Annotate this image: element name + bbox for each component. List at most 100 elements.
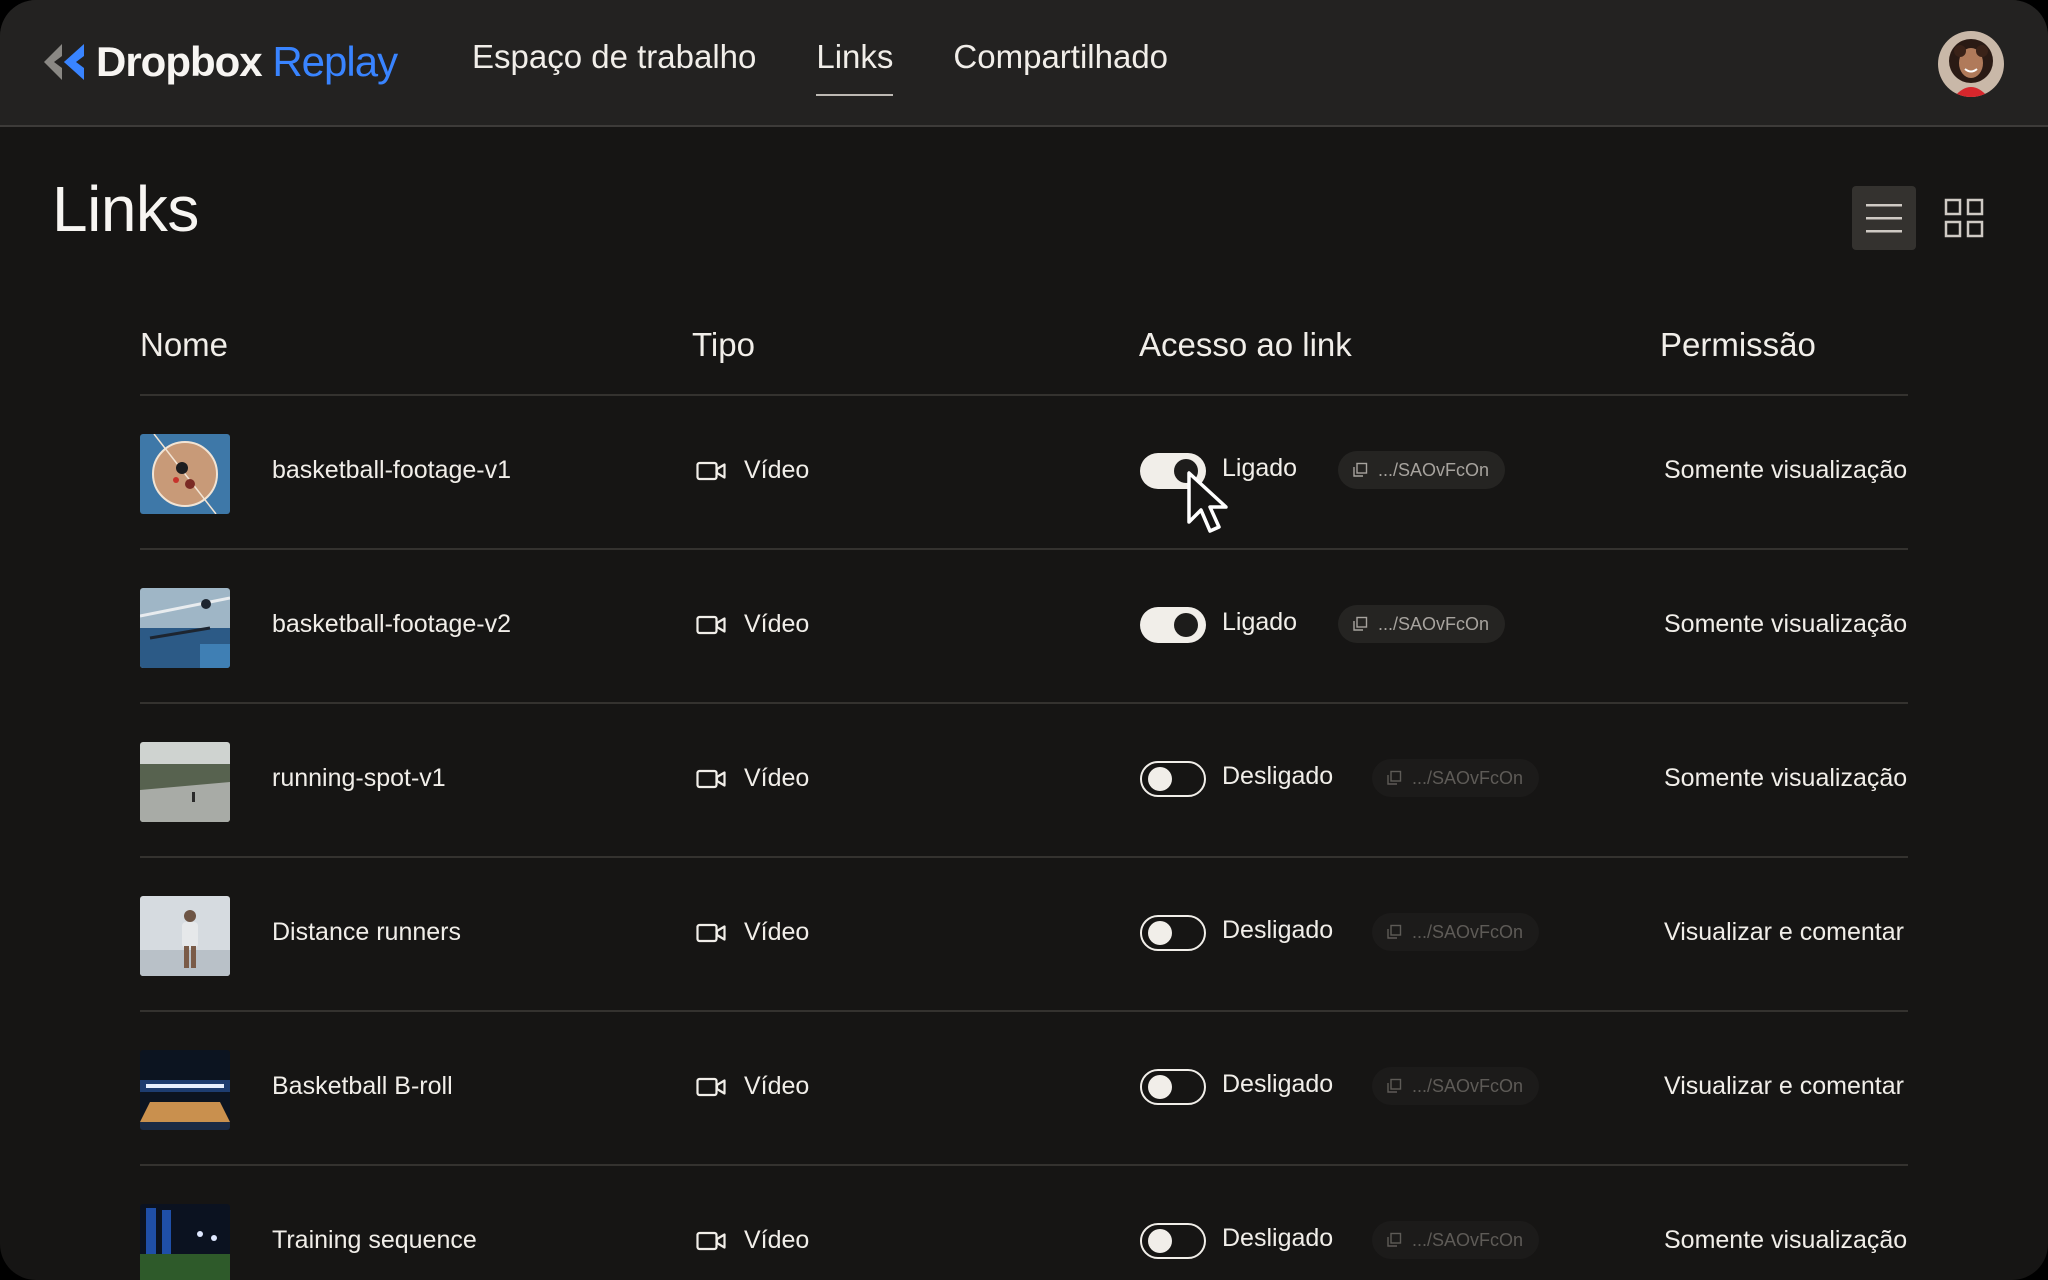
file-type-label: Vídeo [744, 764, 810, 792]
avatar-image [1938, 31, 2004, 97]
nav-item-shared[interactable]: Compartilhado [953, 38, 1168, 96]
app-window: Dropbox Replay Espaço de trabalho Links … [0, 0, 2048, 1280]
thumbnail-distance-runners [140, 896, 230, 976]
thumbnail-basketball-footage-v2 [140, 588, 230, 668]
toggle-knob [1148, 767, 1172, 791]
permission-label[interactable]: Visualizar e comentar [1664, 1072, 1904, 1101]
file-name[interactable]: Training sequence [272, 1226, 477, 1255]
toggle-knob [1174, 459, 1198, 483]
video-camera-icon [696, 461, 726, 480]
user-avatar[interactable] [1938, 31, 2004, 97]
replay-logo-icon [44, 44, 84, 80]
copy-icon [1353, 616, 1368, 631]
grid-view-icon [1944, 198, 1984, 238]
nav-item-links[interactable]: Links [816, 38, 894, 96]
file-name[interactable]: basketball-footage-v1 [272, 456, 511, 485]
file-type-label: Vídeo [744, 610, 810, 638]
link-url: .../SAOvFcOn [1412, 767, 1524, 788]
link-access-status: Desligado [1222, 916, 1334, 944]
list-view-button[interactable] [1852, 186, 1916, 250]
table-row[interactable]: Training sequence Vídeo Desligado .../SA… [140, 1166, 1908, 1280]
permission-label[interactable]: Somente visualização [1664, 456, 1907, 485]
link-access-toggle[interactable] [1140, 761, 1206, 797]
file-name[interactable]: Basketball B-roll [272, 1072, 453, 1101]
copy-link-chip[interactable]: .../SAOvFcOn [1372, 1067, 1540, 1105]
video-camera-icon [696, 923, 726, 942]
file-name[interactable]: Distance runners [272, 918, 461, 947]
thumbnail-running-spot-v1 [140, 742, 230, 822]
thumbnail-basketball-b-roll [140, 1050, 230, 1130]
toggle-knob [1174, 613, 1198, 637]
file-type-label: Vídeo [744, 456, 810, 484]
copy-link-chip[interactable]: .../SAOvFcOn [1372, 1221, 1540, 1259]
logo-wordmark: Dropbox Replay [96, 38, 398, 86]
link-url: .../SAOvFcOn [1378, 613, 1490, 634]
link-access-status: Desligado [1222, 762, 1334, 790]
permission-label[interactable]: Visualizar e comentar [1664, 918, 1904, 947]
file-type-label: Vídeo [744, 918, 810, 946]
video-camera-icon [696, 769, 726, 788]
file-type: Vídeo [696, 764, 809, 793]
link-access-toggle[interactable] [1140, 915, 1206, 951]
copy-icon [1387, 1232, 1402, 1247]
link-access-status: Ligado [1222, 454, 1298, 482]
copy-link-chip[interactable]: .../SAOvFcOn [1338, 451, 1506, 489]
link-url: .../SAOvFcOn [1412, 1075, 1524, 1096]
table-row[interactable]: basketball-footage-v2 Vídeo Ligado .../S… [140, 550, 1908, 704]
logo-brand: Dropbox [96, 38, 263, 85]
thumbnail-basketball-footage-v1 [140, 434, 230, 514]
nav-item-workspace[interactable]: Espaço de trabalho [472, 38, 756, 96]
column-header-link-access[interactable]: Acesso ao link [1139, 326, 1352, 364]
toggle-knob [1148, 921, 1172, 945]
toggle-knob [1148, 1229, 1172, 1253]
copy-icon [1387, 770, 1402, 785]
link-access-toggle[interactable] [1140, 1223, 1206, 1259]
link-access-status: Ligado [1222, 608, 1298, 636]
file-type: Vídeo [696, 1072, 809, 1101]
file-type: Vídeo [696, 1226, 809, 1255]
dropbox-replay-logo[interactable]: Dropbox Replay [40, 38, 398, 86]
video-camera-icon [696, 1077, 726, 1096]
video-camera-icon [696, 615, 726, 634]
video-camera-icon [696, 1231, 726, 1250]
column-header-type[interactable]: Tipo [692, 326, 755, 364]
link-url: .../SAOvFcOn [1412, 1229, 1524, 1250]
link-access-status: Desligado [1222, 1070, 1334, 1098]
file-type: Vídeo [696, 610, 809, 639]
copy-link-chip[interactable]: .../SAOvFcOn [1372, 759, 1540, 797]
logo-product: Replay [272, 38, 398, 85]
grid-view-button[interactable] [1932, 186, 1996, 250]
main-nav: Espaço de trabalho Links Compartilhado [472, 38, 1228, 96]
table-row[interactable]: Distance runners Vídeo Desligado .../SAO… [140, 858, 1908, 1012]
table-row[interactable]: running-spot-v1 Vídeo Desligado .../SAOv… [140, 704, 1908, 858]
link-access-toggle[interactable] [1140, 453, 1206, 489]
copy-icon [1387, 924, 1402, 939]
copy-icon [1387, 1078, 1402, 1093]
file-type-label: Vídeo [744, 1226, 810, 1254]
column-header-name[interactable]: Nome [140, 326, 228, 364]
toggle-knob [1148, 1075, 1172, 1099]
file-name[interactable]: running-spot-v1 [272, 764, 446, 793]
file-type-label: Vídeo [744, 1072, 810, 1100]
link-url: .../SAOvFcOn [1378, 459, 1490, 480]
link-access-toggle[interactable] [1140, 1069, 1206, 1105]
file-type: Vídeo [696, 456, 809, 485]
permission-label[interactable]: Somente visualização [1664, 764, 1907, 793]
copy-link-chip[interactable]: .../SAOvFcOn [1338, 605, 1506, 643]
column-header-permission[interactable]: Permissão [1660, 326, 1816, 364]
link-url: .../SAOvFcOn [1412, 921, 1524, 942]
copy-link-chip[interactable]: .../SAOvFcOn [1372, 913, 1540, 951]
thumbnail-training-sequence [140, 1204, 230, 1280]
file-name[interactable]: basketball-footage-v2 [272, 610, 511, 639]
permission-label[interactable]: Somente visualização [1664, 610, 1907, 639]
top-navigation-bar: Dropbox Replay Espaço de trabalho Links … [0, 0, 2048, 127]
table-row[interactable]: Basketball B-roll Vídeo Desligado .../SA… [140, 1012, 1908, 1166]
list-view-icon [1866, 204, 1902, 233]
page-title: Links [52, 173, 199, 245]
file-type: Vídeo [696, 918, 809, 947]
table-row[interactable]: basketball-footage-v1 Vídeo Ligado .../S… [140, 396, 1908, 550]
permission-label[interactable]: Somente visualização [1664, 1226, 1907, 1255]
copy-icon [1353, 462, 1368, 477]
link-access-status: Desligado [1222, 1224, 1334, 1252]
link-access-toggle[interactable] [1140, 607, 1206, 643]
